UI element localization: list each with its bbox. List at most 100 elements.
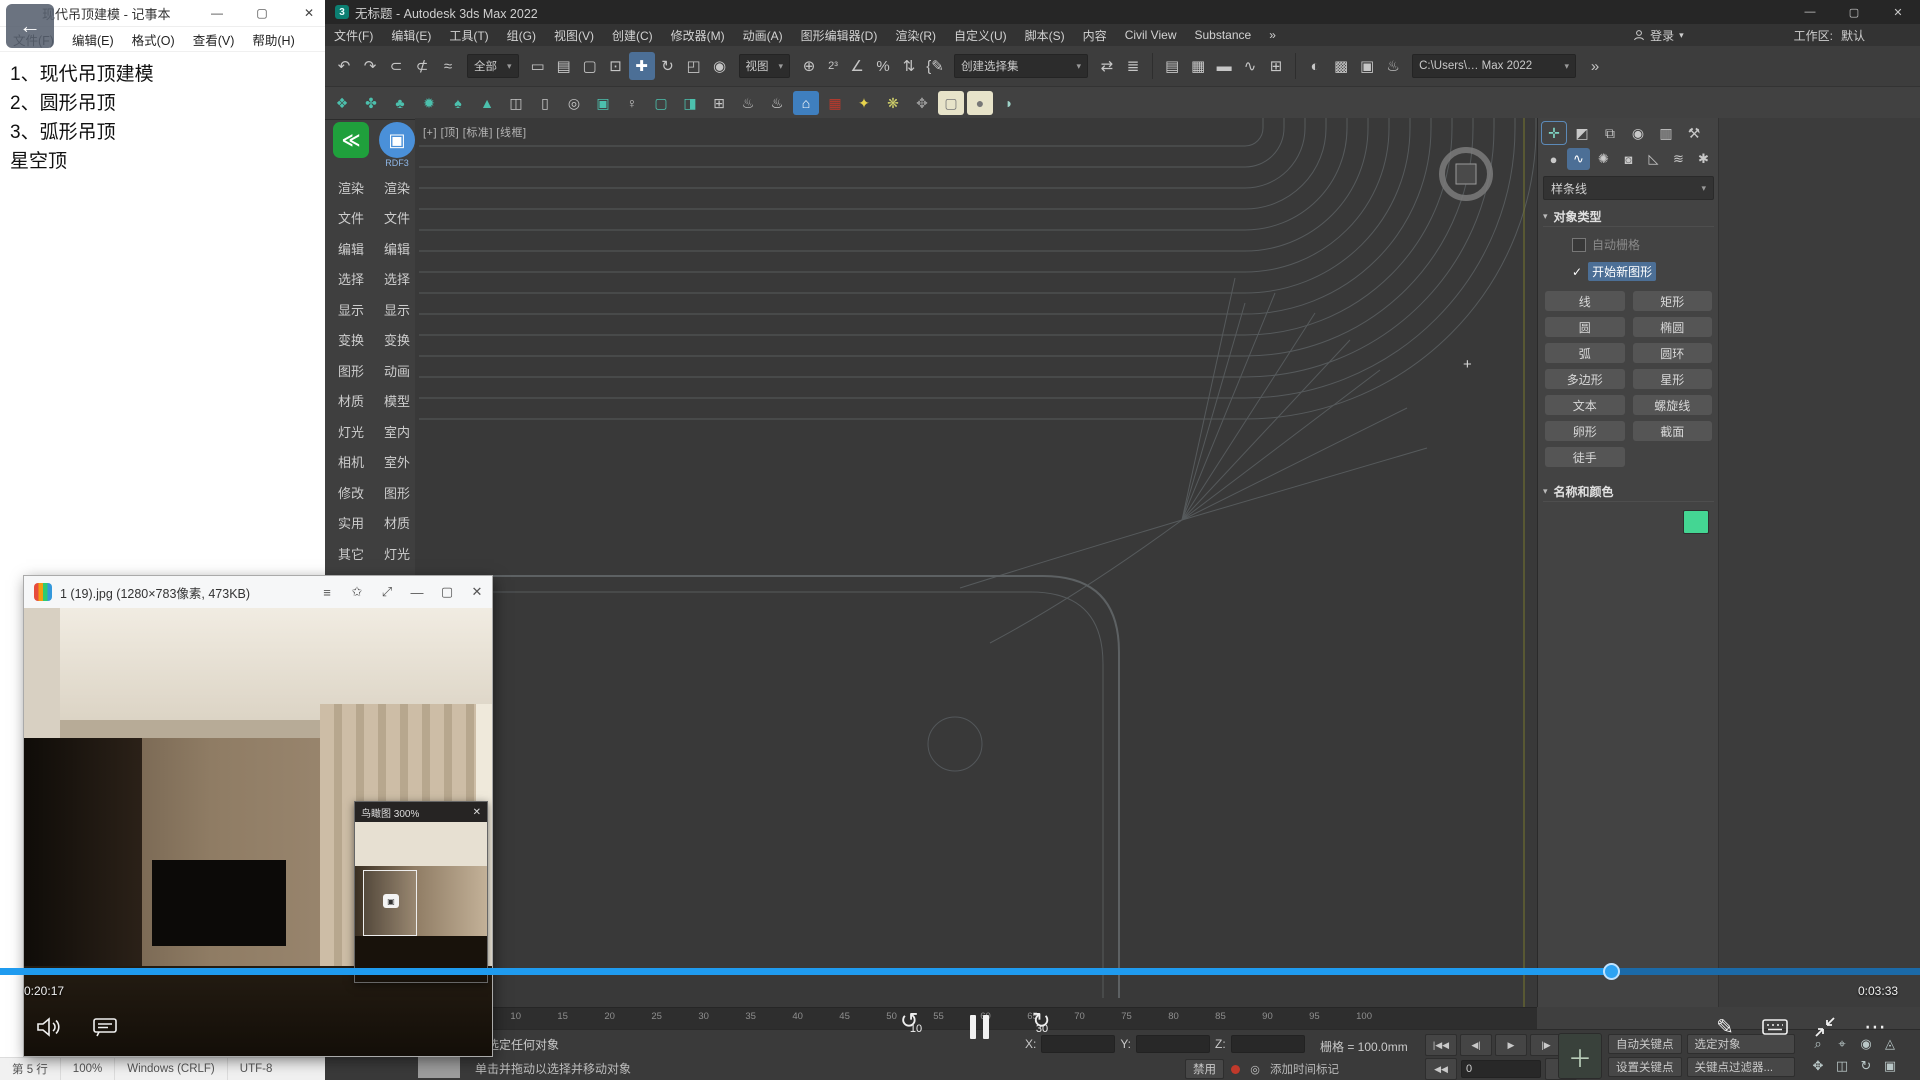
volume-button[interactable] [30,1008,68,1046]
viewer-menu-icon[interactable]: ≡ [312,577,342,607]
viewer-maximize-icon[interactable]: ▢ [432,577,462,607]
use-center-icon[interactable]: ⊕ [796,52,822,80]
plugin-menu-item[interactable]: 文件 [338,203,364,234]
3dsmax-menu-item[interactable]: 组(G) [498,27,545,44]
maximize-viewport-icon[interactable]: ▣ [1879,1056,1901,1076]
rewind-10-button[interactable]: ↺ 10 [896,1008,936,1046]
plugin-menu-item[interactable]: 模型 [384,386,410,417]
render-icon[interactable]: ♨ [1380,52,1406,80]
move-icon[interactable]: ✚ [629,52,655,80]
photo-room-interior[interactable]: 鸟瞰图 300% ✕ ▣ [24,608,492,1056]
workspace-selector[interactable]: 工作区: 默认 [1794,27,1865,44]
prev-key-button[interactable]: ◀◀ [1425,1058,1457,1080]
viewport[interactable]: [+] [顶] [标准] [线框] + [415,118,1537,1007]
plugin-icon[interactable]: ▣ [590,91,616,115]
plugin-left-logo-icon[interactable]: ≪ [333,122,369,158]
plugin-icon[interactable]: ◗ [996,91,1022,115]
rendered-frame-icon[interactable]: ▣ [1354,52,1380,80]
plugin-icon[interactable]: ♠ [445,91,471,115]
3dsmax-maximize-button[interactable]: ▢ [1832,0,1876,24]
playback-button[interactable]: ◀| [1460,1034,1492,1056]
spline-tool-button[interactable]: 截面 [1633,421,1713,441]
project-path-dropdown[interactable]: C:\Users\… Max 2022▾ [1412,54,1576,78]
zoom-region-icon[interactable]: ◫ [1831,1056,1853,1076]
plugin-icon[interactable]: ✤ [358,91,384,115]
y-coordinate-field[interactable] [1136,1035,1210,1053]
pause-button[interactable] [960,1008,998,1046]
auto-key-button[interactable]: 自动关键点 [1608,1034,1682,1054]
selection-filter-dropdown[interactable]: 全部▾ [467,54,519,78]
plugin-menu-item[interactable]: 其它 [338,538,364,569]
viewport-disable-toggle[interactable]: 禁用 [1185,1059,1224,1079]
3dsmax-menu-item[interactable]: 文件(F) [325,27,382,44]
set-key-mode-button[interactable]: 设置关键点 [1608,1057,1682,1077]
plugin-icon[interactable]: ▯ [532,91,558,115]
plugin-icon[interactable]: ◨ [677,91,703,115]
object-color-swatch[interactable] [1683,510,1709,534]
spline-tool-button[interactable]: 多边形 [1545,369,1625,389]
exit-fullscreen-button[interactable] [1806,1008,1844,1046]
plugin-menu-item[interactable]: 显示 [384,294,410,325]
notepad-text-area[interactable]: 1、现代吊顶建模2、圆形吊顶3、弧形吊顶星空顶 [0,52,330,184]
spline-tool-button[interactable]: 圆环 [1633,343,1713,363]
create-tab-icon[interactable]: ✛ [1542,122,1566,144]
utilities-tab-icon[interactable]: ⚒ [1682,122,1706,144]
viewport-label[interactable]: [+] [顶] [标准] [线框] [423,124,527,140]
redo-icon[interactable]: ↷ [357,52,383,80]
curve-editor-icon[interactable]: ∿ [1237,52,1263,80]
spacewarps-icon[interactable]: ≋ [1667,148,1690,170]
hierarchy-tab-icon[interactable]: ⧉ [1598,122,1622,144]
spline-tool-button[interactable]: 矩形 [1633,291,1713,311]
spline-tool-button[interactable]: 卵形 [1545,421,1625,441]
z-coordinate-field[interactable] [1231,1035,1305,1053]
spline-tool-button[interactable]: 圆 [1545,317,1625,337]
plugin-icon[interactable]: ◎ [561,91,587,115]
plugin-icon[interactable]: ▦ [822,91,848,115]
3dsmax-menu-item[interactable]: 工具(T) [440,27,497,44]
lights-icon[interactable]: ✺ [1592,148,1615,170]
plugin-menu-item[interactable]: 灯光 [384,538,410,569]
plugin-icon[interactable]: ♀ [619,91,645,115]
3dsmax-menu-item[interactable]: 创建(C) [603,27,662,44]
viewer-fullscreen-icon[interactable]: ⤢ [372,577,402,607]
plugin-icon[interactable]: ▢ [938,91,964,115]
current-frame-field[interactable]: 0 [1461,1060,1541,1078]
plugin-icon[interactable]: ⌂ [793,91,819,115]
orbit-icon[interactable]: ↻ [1855,1056,1877,1076]
3dsmax-menu-item[interactable]: 内容 [1074,27,1116,44]
3dsmax-minimize-button[interactable]: — [1788,0,1832,24]
notepad-menu-item[interactable]: 格式(O) [125,28,182,51]
3dsmax-menu-item[interactable]: Civil View [1116,28,1186,42]
playback-button[interactable]: |◀◀ [1425,1034,1457,1056]
helpers-icon[interactable]: ◺ [1642,148,1665,170]
align-icon[interactable]: ≣ [1120,52,1146,80]
plugin-icon[interactable]: ♣ [387,91,413,115]
birdseye-thumbnail[interactable]: ▣ [355,822,487,982]
render-setup-icon[interactable]: ▩ [1328,52,1354,80]
display-tab-icon[interactable]: ▥ [1654,122,1678,144]
plugin-icon[interactable]: ♨ [735,91,761,115]
menu-overflow-button[interactable]: » [1260,28,1285,42]
placement-icon[interactable]: ◉ [707,52,733,80]
plugin-icon[interactable]: ✦ [851,91,877,115]
3dsmax-menu-item[interactable]: 图形编辑器(D) [792,27,887,44]
plugin-icon[interactable]: ❖ [329,91,355,115]
scale-icon[interactable]: ◰ [681,52,707,80]
plugin-menu-item[interactable]: 图形 [338,355,364,386]
3dsmax-menu-item[interactable]: 渲染(R) [886,27,945,44]
notepad-maximize-button[interactable]: ▢ [245,2,279,24]
viewer-favorite-icon[interactable]: ✩ [342,577,372,607]
select-object-icon[interactable]: ▭ [525,52,551,80]
plugin-menu-item[interactable]: 编辑 [384,233,410,264]
notepad-menu-item[interactable]: 编辑(E) [65,28,121,51]
window-crossing-icon[interactable]: ⊡ [603,52,629,80]
plugin-menu-item[interactable]: 动画 [384,355,410,386]
shapes-icon[interactable]: ∿ [1567,148,1590,170]
plugin-menu-item[interactable]: 相机 [338,447,364,478]
angle-snap-icon[interactable]: ∠ [844,52,870,80]
add-time-tag[interactable]: 添加时间标记 [1270,1061,1339,1077]
3dsmax-close-button[interactable]: ✕ [1876,0,1920,24]
spline-tool-button[interactable]: 星形 [1633,369,1713,389]
bind-spacewarp-icon[interactable]: ≈ [435,52,461,80]
spline-tool-button[interactable]: 弧 [1545,343,1625,363]
